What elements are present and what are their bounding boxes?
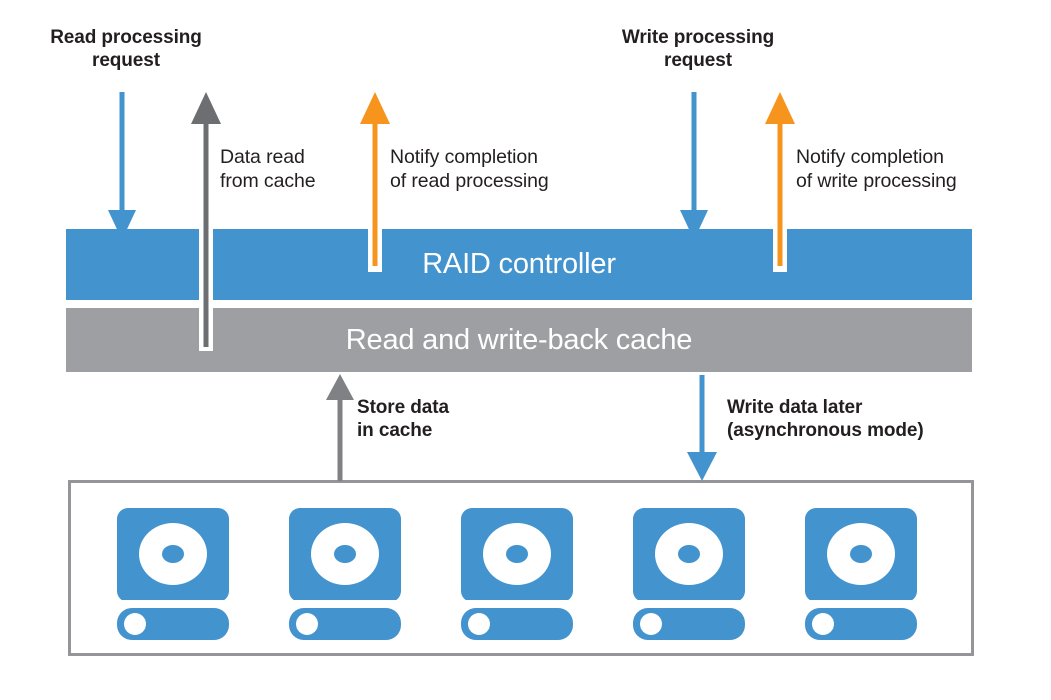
hard-disk-drive-icon xyxy=(461,508,573,640)
label-notify-write-completion: Notify completion of write processing xyxy=(796,146,957,192)
store-data-arrow xyxy=(326,374,354,481)
label-write-processing-request: Write processing request xyxy=(621,27,775,72)
label-store-data-in-cache: Store data in cache xyxy=(357,397,449,442)
bar-raid-controller-label: RAID controller xyxy=(422,248,616,280)
hard-disk-drive-icon xyxy=(289,508,401,640)
bar-read-write-back-cache: Read and write-back cache xyxy=(66,308,972,372)
bar-cache-label: Read and write-back cache xyxy=(345,323,693,356)
read-request-arrow xyxy=(108,92,136,240)
hard-disk-drive-icon xyxy=(633,508,745,640)
label-data-read-from-cache: Data read from cache xyxy=(220,146,316,192)
label-write-data-later: Write data later (asynchronous mode) xyxy=(727,397,924,442)
bar-raid-controller: RAID controller xyxy=(66,229,972,300)
write-request-arrow xyxy=(680,92,708,240)
label-read-processing-request: Read processing request xyxy=(50,27,202,72)
label-notify-read-completion: Notify completion of read processing xyxy=(390,146,549,192)
hard-disk-drive-icon xyxy=(805,508,917,640)
raid-write-back-cache-diagram: Read processing request Write processing… xyxy=(0,0,1051,700)
write-later-arrow xyxy=(687,375,717,481)
hard-disk-drive-icon xyxy=(117,508,229,640)
